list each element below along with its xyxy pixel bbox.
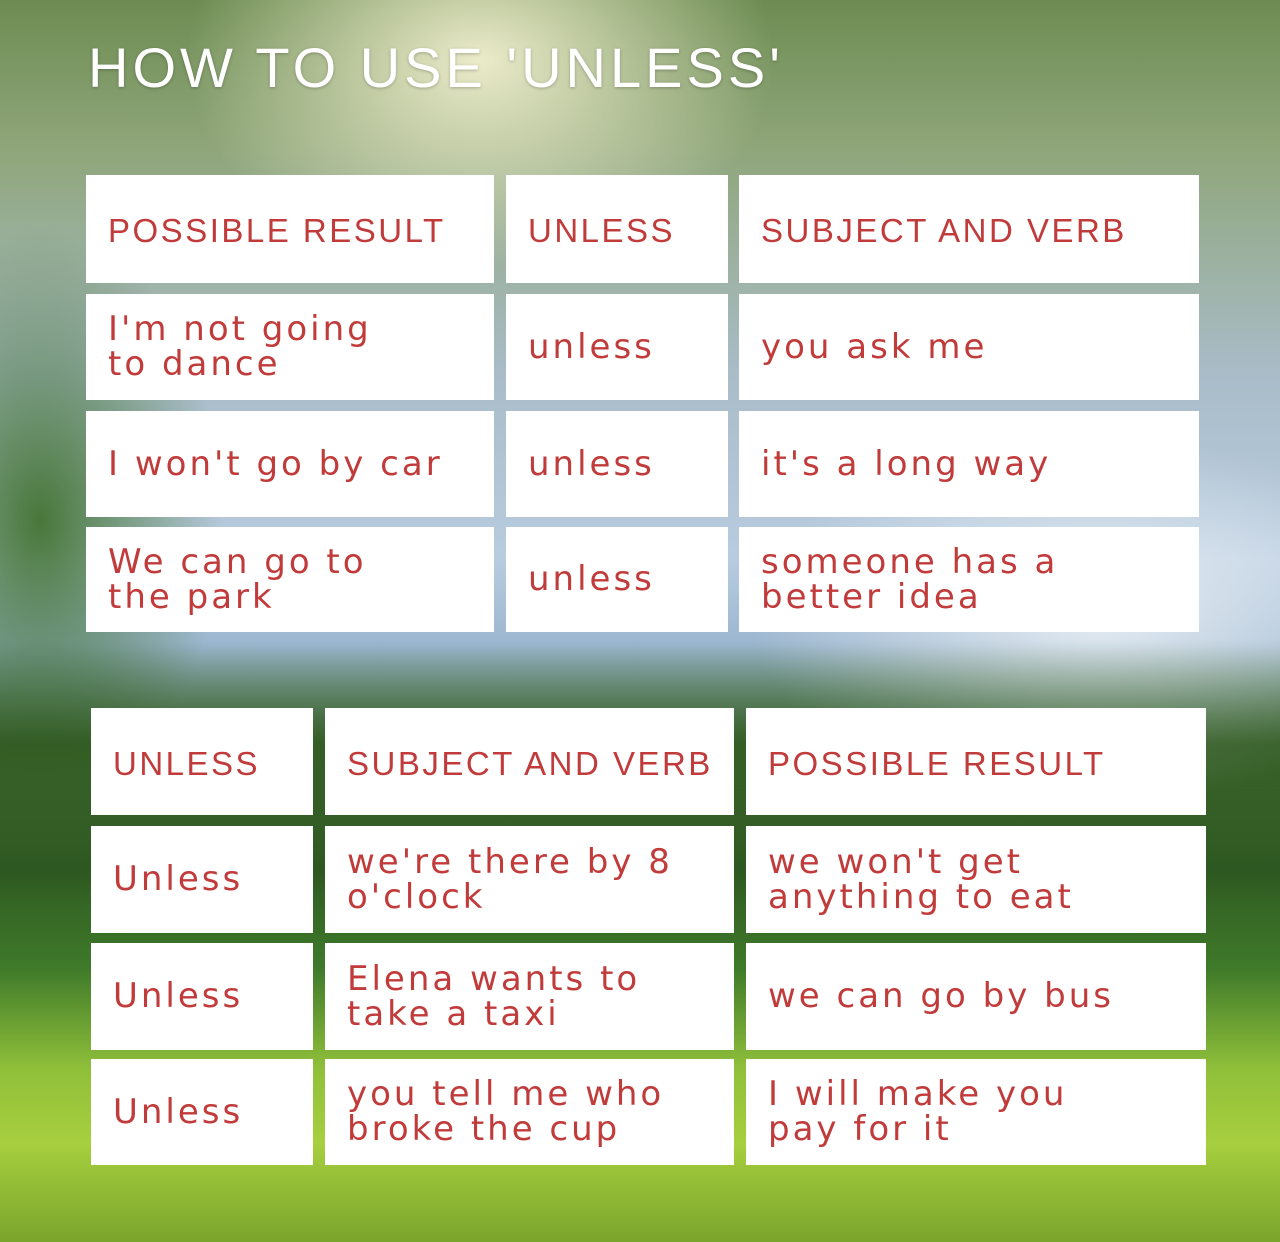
table1-header-unless: UNLESS: [506, 175, 728, 283]
table2-row1-subject-verb: we're there by 8 o'clock: [325, 826, 734, 933]
table1-row2-unless: unless: [506, 411, 728, 517]
table1-row1-subject-verb: you ask me: [739, 294, 1199, 400]
table2-header-possible-result: POSSIBLE RESULT: [746, 708, 1206, 815]
cell-text: we're there by 8 o'clock: [347, 841, 673, 917]
cell-text: I won't go by car: [108, 443, 443, 484]
cell-text: you tell me who broke the cup: [347, 1074, 665, 1149]
cell-text: you ask me: [761, 326, 988, 367]
page-title: HOW TO USE 'UNLESS': [88, 36, 784, 99]
table1-row3-subject-verb: someone has a better idea: [739, 527, 1199, 632]
cell-text: unless: [528, 559, 655, 599]
table1-header-subject-and-verb: SUBJECT AND VERB: [739, 175, 1199, 283]
cell-text: Unless: [113, 859, 244, 899]
cell-text: Unless: [113, 1091, 244, 1132]
table2-row2-unless: Unless: [91, 943, 313, 1050]
table2-row1-unless: Unless: [91, 826, 313, 933]
cell-text: We can go to the park: [108, 541, 367, 617]
table1-row1-result: I'm not going to dance: [86, 294, 494, 400]
table2-header-unless: UNLESS: [91, 708, 313, 815]
table1-row2-subject-verb: it's a long way: [739, 411, 1199, 517]
header-label: POSSIBLE RESULT: [768, 744, 1106, 782]
table2-row1-result: we won't get anything to eat: [746, 826, 1206, 933]
cell-text: it's a long way: [761, 443, 1052, 484]
table2-row3-result: I will make you pay for it: [746, 1059, 1206, 1165]
table2-row2-result: we can go by bus: [746, 943, 1206, 1050]
table1-header-possible-result: POSSIBLE RESULT: [86, 175, 494, 283]
cell-text: unless: [528, 326, 655, 367]
header-label: UNLESS: [113, 744, 261, 782]
cell-text: we can go by bus: [768, 976, 1114, 1016]
table1-row3-unless: unless: [506, 527, 728, 632]
cell-text: Unless: [113, 976, 244, 1016]
header-label: SUBJECT AND VERB: [761, 212, 1127, 249]
cell-text: we won't get anything to eat: [768, 841, 1074, 917]
table2-header-subject-and-verb: SUBJECT AND VERB: [325, 708, 734, 815]
header-label: UNLESS: [528, 212, 676, 249]
table1-row3-result: We can go to the park: [86, 527, 494, 632]
header-label: SUBJECT AND VERB: [347, 744, 713, 782]
cell-text: unless: [528, 443, 655, 484]
header-label: POSSIBLE RESULT: [108, 212, 446, 249]
table2-row2-subject-verb: Elena wants to take a taxi: [325, 943, 734, 1050]
table1-row2-result: I won't go by car: [86, 411, 494, 517]
cell-text: I'm not going to dance: [108, 309, 372, 384]
table2-row3-subject-verb: you tell me who broke the cup: [325, 1059, 734, 1165]
cell-text: someone has a better idea: [761, 541, 1059, 617]
table2-row3-unless: Unless: [91, 1059, 313, 1165]
table1-row1-unless: unless: [506, 294, 728, 400]
cell-text: I will make you pay for it: [768, 1074, 1068, 1149]
cell-text: Elena wants to take a taxi: [347, 958, 641, 1034]
